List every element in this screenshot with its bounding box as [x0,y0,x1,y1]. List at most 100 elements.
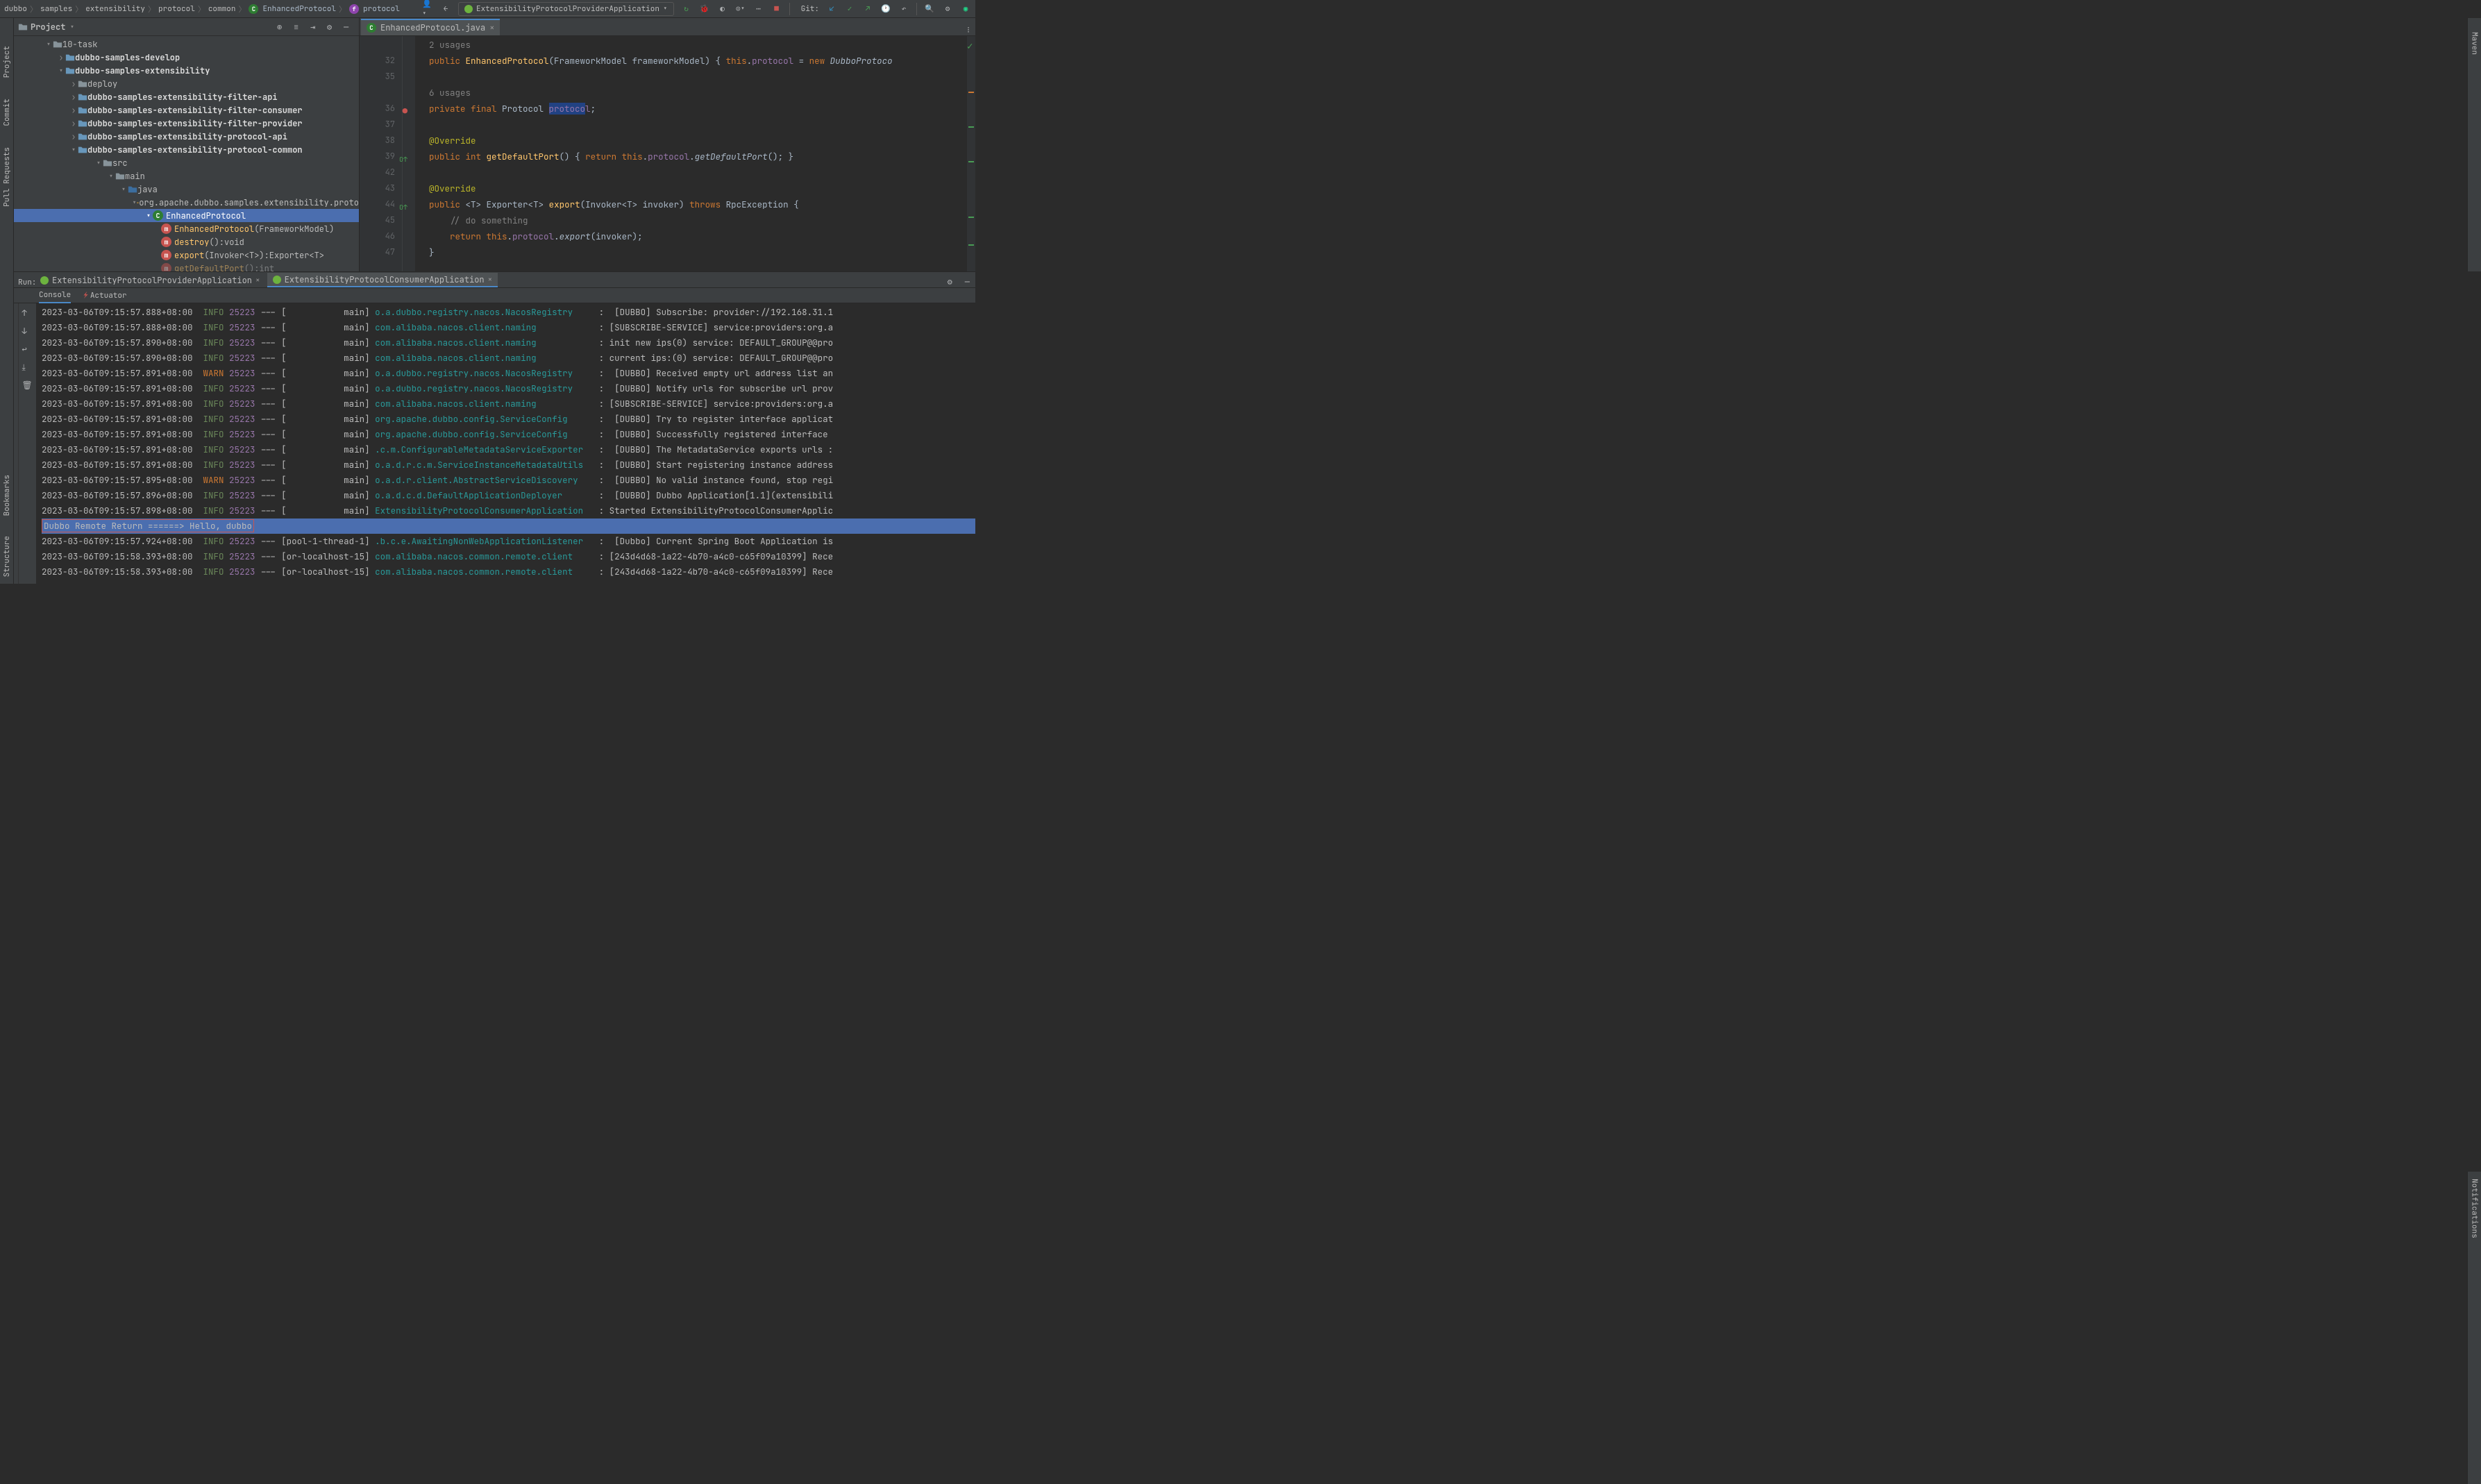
top-toolbar: dubbo〉 samples〉 extensibility〉 protocol〉… [0,0,975,18]
git-label: Git: [801,4,819,14]
stop-icon[interactable]: ■ [771,3,782,15]
git-rollback-icon[interactable]: ↶ [898,3,909,15]
hide-icon[interactable]: — [959,276,975,287]
search-icon[interactable]: 🔍 [924,3,935,15]
code-content[interactable]: 2 usages public EnhancedProtocol(Framewo… [415,36,967,271]
breadcrumb: dubbo〉 samples〉 extensibility〉 protocol〉… [4,3,400,15]
tree-item[interactable]: ›dubbo-samples-extensibility-filter-prov… [14,117,359,130]
spring-boot-icon [40,276,49,285]
tree-item[interactable]: ▾src [14,156,359,169]
tree-item-selected[interactable]: ▾CEnhancedProtocol [14,209,359,222]
bc-item[interactable]: protocol [158,4,195,14]
tree-item[interactable]: ▾main [14,169,359,183]
settings-icon[interactable]: ⚙ [327,22,338,33]
project-tree[interactable]: ▾10-task ›dubbo-samples-develop ▾dubbo-s… [14,36,359,271]
tree-item[interactable]: ▾org.apache.dubbo.samples.extensibility.… [14,196,359,209]
attach-icon[interactable]: ⋯ [753,3,764,15]
close-icon[interactable]: × [488,275,493,285]
tree-item-method[interactable]: mEnhancedProtocol(FrameworkModel) [14,222,359,235]
hide-icon[interactable]: — [344,22,355,33]
more-icon[interactable]: ⁝ [961,24,975,35]
git-history-icon[interactable]: 🕐 [880,3,891,15]
bc-item[interactable]: EnhancedProtocol [262,4,336,14]
run-panel: Run: ExtensibilityProtocolProviderApplic… [0,271,975,584]
console-output[interactable]: 2023-03-06T09:15:57.888+08:00 INFO 25223… [36,303,975,584]
override-icon[interactable]: O↑ [399,151,407,167]
close-icon[interactable]: × [255,276,260,285]
class-icon: C [153,210,163,221]
git-update-icon[interactable]: ↙ [826,3,837,15]
structure-tool-button[interactable]: Structure [2,536,12,577]
spring-boot-icon [464,5,473,13]
tree-item[interactable]: ▾dubbo-samples-extensibility-protocol-co… [14,143,359,156]
error-icon[interactable]: ● [403,103,407,119]
project-tool-button[interactable]: Project [2,46,12,78]
right-tool-rail-lower: Notifications [2467,1172,2481,1484]
up-icon[interactable]: ↑ [22,307,33,319]
select-opened-icon[interactable]: ⊕ [277,22,288,33]
left-tool-rail-lower: Structure Bookmarks [0,271,14,584]
bc-item[interactable]: samples [40,4,72,14]
ide-icon[interactable]: ◉ [960,3,971,15]
console-tab[interactable]: Console [39,288,71,303]
run-tab[interactable]: ExtensibilityProtocolProviderApplication… [35,273,266,287]
tree-item[interactable]: ›dubbo-samples-extensibility-filter-api [14,90,359,103]
users-icon[interactable]: 👤▾ [422,3,433,15]
run-icon[interactable]: ↻ [681,3,692,15]
expand-all-icon[interactable]: ≡ [294,22,305,33]
class-icon: C [249,4,258,14]
scroll-icon[interactable]: ⤓ [22,362,33,373]
bc-item[interactable]: common [208,4,236,14]
run-left-rail-2: ↑ ↓ ↩ ⤓ 🗑 [18,303,36,584]
collapse-all-icon[interactable]: ⇥ [310,22,321,33]
clear-icon[interactable]: 🗑 [22,380,33,391]
tree-item[interactable]: ›deploy [14,77,359,90]
tree-item[interactable]: ›dubbo-samples-extensibility-protocol-ap… [14,130,359,143]
method-icon: m [161,250,171,260]
spring-boot-icon [273,276,281,284]
maven-tool-button[interactable]: Maven [2470,32,2480,55]
git-push-icon[interactable]: ↗ [862,3,873,15]
wrap-icon[interactable]: ↩ [22,344,33,355]
chevron-down-icon[interactable]: ▾ [69,22,74,33]
down-icon[interactable]: ↓ [22,326,33,337]
tree-item-method[interactable]: mexport(Invoker<T>):Exporter<T> [14,248,359,262]
bookmarks-tool-button[interactable]: Bookmarks [2,475,12,516]
bc-item[interactable]: dubbo [4,4,27,14]
run-label: Run: [18,278,36,287]
run-tab-active[interactable]: ExtensibilityProtocolConsumerApplication… [267,273,498,287]
project-panel: Project ▾ ⊕ ≡ ⇥ ⚙ — ▾10-task ›dubbo-samp… [14,18,360,271]
settings-icon[interactable]: ⚙ [942,276,958,287]
pull-requests-tool-button[interactable]: Pull Requests [2,147,12,207]
tree-item[interactable]: ▾dubbo-samples-extensibility [14,64,359,77]
left-tool-rail: Project Commit Pull Requests [0,18,14,271]
editor-tab[interactable]: C EnhancedProtocol.java × [361,19,500,35]
override-icon[interactable]: O↑ [399,199,407,215]
coverage-icon[interactable]: ◐ [717,3,728,15]
method-icon: m [161,224,171,234]
debug-icon[interactable]: 🐞 [699,3,710,15]
tree-item[interactable]: ›dubbo-samples-develop [14,51,359,64]
code-editor[interactable]: 32 35 36● 37 38 39O↑ 42 43 44O↑ 45 46 47… [360,36,975,271]
git-commit-icon[interactable]: ✓ [844,3,855,15]
close-icon[interactable]: × [489,22,494,33]
run-config-selector[interactable]: ExtensibilityProtocolProviderApplication… [458,2,674,16]
editor-marks: ✓ [967,36,975,271]
notifications-tool-button[interactable]: Notifications [2470,1179,2480,1238]
settings-icon[interactable]: ⚙ [942,3,953,15]
tree-item-method[interactable]: mdestroy():void [14,235,359,248]
field-icon: f [349,4,359,14]
editor-tab-label: EnhancedProtocol.java [380,22,485,33]
commit-tool-button[interactable]: Commit [2,99,12,126]
tree-item[interactable]: ▾10-task [14,37,359,51]
bc-item[interactable]: protocol [363,4,400,14]
back-icon[interactable]: ← [440,3,451,15]
tree-item[interactable]: ›dubbo-samples-extensibility-filter-cons… [14,103,359,117]
tree-item-method[interactable]: mgetDefaultPort():int [14,262,359,271]
actuator-tab[interactable]: ⚡Actuator [83,289,126,303]
profile-icon[interactable]: ⊙▾ [735,3,746,15]
tree-item[interactable]: ▾java [14,183,359,196]
editor-panel: C EnhancedProtocol.java × ⁝ 32 35 36● 37… [360,18,975,271]
bc-item[interactable]: extensibility [85,4,145,14]
check-icon[interactable]: ✓ [967,40,973,53]
